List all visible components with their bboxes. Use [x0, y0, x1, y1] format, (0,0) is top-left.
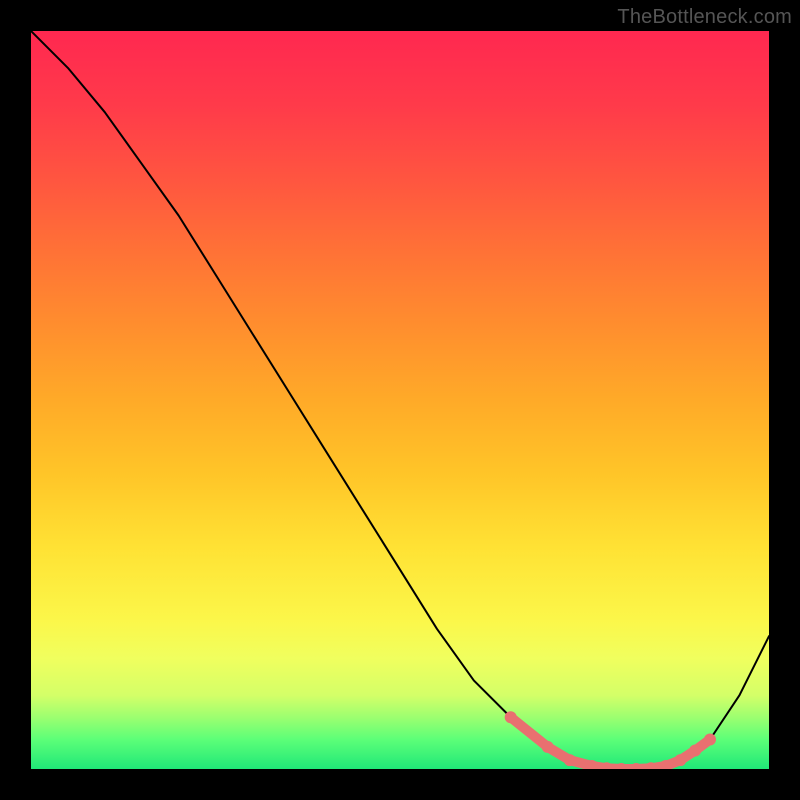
watermark-text: TheBottleneck.com — [617, 6, 792, 29]
chart-svg — [31, 31, 769, 769]
optimal-zone — [505, 711, 716, 769]
chart-plot-area — [31, 31, 769, 769]
bottleneck-curve — [31, 31, 769, 769]
